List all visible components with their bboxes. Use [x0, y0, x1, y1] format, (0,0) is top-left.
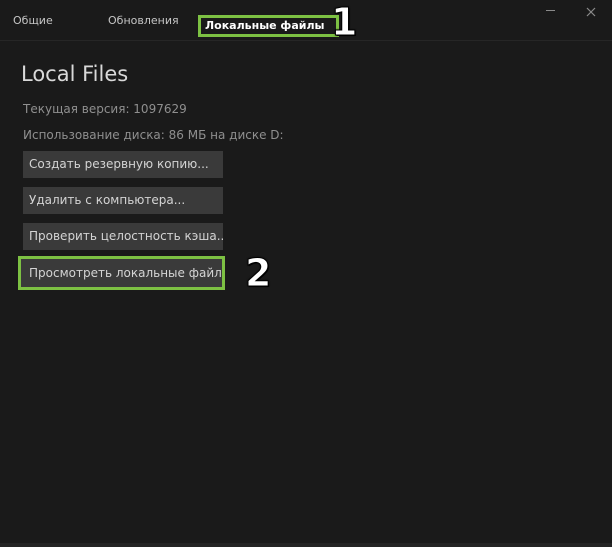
tab-local-files[interactable]: Локальные файлы: [198, 15, 340, 37]
verify-cache-button[interactable]: Проверить целостность кэша...: [23, 223, 223, 250]
browse-local-files-button[interactable]: Просмотреть локальные файлы...: [18, 256, 225, 290]
tab-general[interactable]: Общие: [13, 14, 53, 27]
close-icon[interactable]: [585, 6, 597, 18]
page-title: Local Files: [21, 62, 129, 86]
annotation-number-2: 2: [244, 251, 272, 295]
disk-usage-text: Использование диска: 86 МБ на диске D:: [23, 128, 284, 142]
tab-bar: Общие Обновления Локальные файлы: [0, 0, 612, 41]
bottom-divider: [0, 543, 612, 547]
minimize-icon[interactable]: [545, 6, 557, 18]
current-version-text: Текущая версия: 1097629: [23, 102, 187, 116]
tab-updates[interactable]: Обновления: [108, 14, 179, 27]
uninstall-button[interactable]: Удалить с компьютера...: [23, 187, 223, 214]
backup-button[interactable]: Создать резервную копию...: [23, 151, 223, 178]
annotation-number-1: 1: [330, 0, 358, 44]
